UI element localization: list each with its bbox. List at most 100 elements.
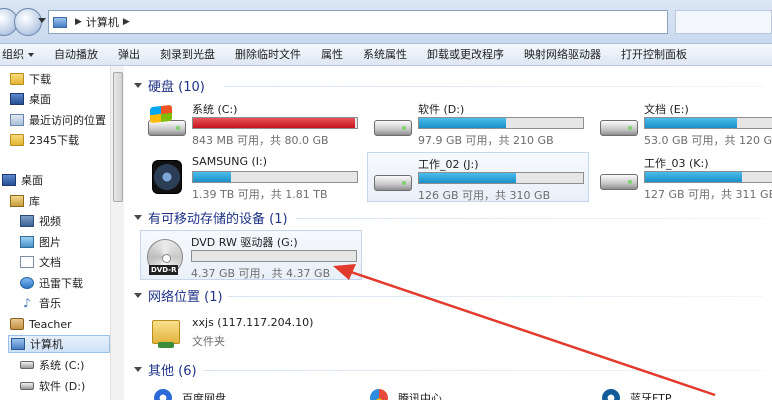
recent-pages-dropdown-icon[interactable] xyxy=(38,18,46,23)
drive-name: 工作_03 (K:) xyxy=(644,157,709,170)
other-item-baidu-netdisk[interactable]: 百度网盘 xyxy=(154,386,226,400)
drive-name: 系统 (C:) xyxy=(192,103,238,116)
drive-name: 文档 (E:) xyxy=(644,103,689,116)
collapse-triangle-icon[interactable] xyxy=(134,366,142,372)
sidebar-item-downloads[interactable]: 下载 xyxy=(10,70,51,88)
command-bar: 组织 自动播放 弹出 刻录到光盘 删除临时文件 属性 系统属性 卸载或更改程序 … xyxy=(0,44,772,66)
divider xyxy=(228,296,764,297)
organize-menu[interactable]: 组织 xyxy=(0,44,44,66)
drive-free-space: 126 GB 可用，共 310 GB xyxy=(418,189,551,202)
drive-tile-dvd[interactable]: DVD-R DVD RW 驱动器 (G:) 4.37 GB 可用，共 4.37 … xyxy=(140,230,362,280)
other-item-name: 腾讯中心 xyxy=(398,392,442,400)
group-header-removable[interactable]: 有可移动存储的设备 (1) xyxy=(134,208,288,227)
collapse-triangle-icon[interactable] xyxy=(134,292,142,298)
sidebar-item-desktop-root[interactable]: 桌面 xyxy=(2,171,43,189)
drive-tile-e[interactable]: 文档 (E:) 53.0 GB 可用，共 120 GB xyxy=(594,98,772,148)
sidebar-item-label: 视频 xyxy=(39,215,61,228)
hard-drive-icon xyxy=(370,106,414,140)
tencent-center-icon xyxy=(370,389,388,400)
properties-button[interactable]: 属性 xyxy=(311,44,353,66)
collapse-triangle-icon[interactable] xyxy=(134,82,142,88)
dvd-drive-icon: DVD-R xyxy=(143,239,187,275)
hard-drive-icon xyxy=(596,160,640,194)
delete-temp-files-button[interactable]: 删除临时文件 xyxy=(225,44,311,66)
sidebar-item-label: 迅雷下载 xyxy=(39,277,83,290)
divider xyxy=(224,86,764,87)
sidebar-item-xunlei-downloads[interactable]: 迅雷下载 xyxy=(20,274,83,292)
drive-tile-d[interactable]: 软件 (D:) 97.9 GB 可用，共 210 GB xyxy=(368,98,588,148)
divider xyxy=(204,370,764,371)
group-header-other[interactable]: 其他 (6) xyxy=(134,360,197,379)
sidebar-item-videos[interactable]: 视频 xyxy=(20,212,61,230)
drive-tile-j[interactable]: 工作_02 (J:) 126 GB 可用，共 310 GB xyxy=(367,152,589,202)
sidebar-item-music[interactable]: ♪ 音乐 xyxy=(20,294,61,312)
sidebar-item-teacher[interactable]: Teacher xyxy=(10,315,72,333)
autoplay-button[interactable]: 自动播放 xyxy=(44,44,108,66)
drive-tile-i[interactable]: SAMSUNG (I:) 1.39 TB 可用，共 1.81 TB xyxy=(142,152,362,202)
other-item-bluetooth-ftp[interactable]: 蓝牙FTP xyxy=(602,386,672,400)
drive-free-space: 4.37 GB 可用，共 4.37 GB xyxy=(191,267,331,280)
chevron-right-icon[interactable]: ▶ xyxy=(123,17,130,27)
capacity-fill xyxy=(193,172,231,182)
sidebar-item-drive-c[interactable]: 系统 (C:) xyxy=(20,356,84,374)
sidebar-item-label: 音乐 xyxy=(39,297,61,310)
scrollbar-thumb[interactable] xyxy=(113,72,123,202)
uninstall-program-button[interactable]: 卸载或更改程序 xyxy=(417,44,514,66)
address-input[interactable]: ▶ 计算机 ▶ xyxy=(48,10,668,34)
group-title: 硬盘 (10) xyxy=(148,79,205,95)
sidebar-item-label: 文档 xyxy=(39,256,61,269)
sidebar-item-label: 图片 xyxy=(39,236,61,249)
address-bar: ▶ 计算机 ▶ xyxy=(0,0,772,44)
sidebar-item-desktop[interactable]: 桌面 xyxy=(10,90,51,108)
external-drive-icon xyxy=(144,160,188,194)
content-pane: 硬盘 (10) 系统 (C:) 843 MB 可用，共 80.0 GB 软件 (… xyxy=(124,66,772,400)
drive-name: DVD RW 驱动器 (G:) xyxy=(191,236,298,249)
computer-icon xyxy=(11,338,25,350)
sidebar-item-libraries[interactable]: 库 xyxy=(10,192,40,210)
other-item-name: 百度网盘 xyxy=(182,392,226,400)
sidebar-item-label: 系统 (C:) xyxy=(39,359,85,372)
other-item-tencent-center[interactable]: 腾讯中心 xyxy=(370,386,442,400)
navigation-pane: 下载 桌面 最近访问的位置 2345下载 桌面 库 视频 图片 文档 迅雷下载 … xyxy=(0,66,110,400)
xunlei-icon xyxy=(20,277,34,289)
sidebar-item-computer[interactable]: 计算机 xyxy=(8,335,110,353)
other-item-name: 蓝牙FTP xyxy=(630,392,672,400)
capacity-bar xyxy=(192,117,358,129)
drive-free-space: 127 GB 可用，共 311 GB xyxy=(644,188,772,201)
drive-tile-k[interactable]: 工作_03 (K:) 127 GB 可用，共 311 GB xyxy=(594,152,772,202)
sidebar-item-label: 2345下载 xyxy=(29,134,79,147)
sidebar-item-documents[interactable]: 文档 xyxy=(20,253,61,271)
group-header-network[interactable]: 网络位置 (1) xyxy=(134,286,223,305)
folder-icon xyxy=(10,134,24,146)
collapse-triangle-icon[interactable] xyxy=(134,214,142,220)
search-input[interactable] xyxy=(675,10,772,34)
computer-icon xyxy=(53,16,67,28)
drive-name: 软件 (D:) xyxy=(418,103,465,116)
drive-tile-c[interactable]: 系统 (C:) 843 MB 可用，共 80.0 GB xyxy=(142,98,362,148)
open-control-panel-button[interactable]: 打开控制面板 xyxy=(611,44,697,66)
network-location-xxjs[interactable]: xxjs (117.117.204.10) 文件夹 xyxy=(142,308,362,358)
system-properties-button[interactable]: 系统属性 xyxy=(353,44,417,66)
sidebar-item-recent-places[interactable]: 最近访问的位置 xyxy=(10,111,106,129)
chevron-right-icon[interactable]: ▶ xyxy=(75,17,82,27)
eject-button[interactable]: 弹出 xyxy=(108,44,150,66)
group-title: 有可移动存储的设备 (1) xyxy=(148,211,288,227)
bluetooth-ftp-icon xyxy=(602,389,620,400)
sidebar-scrollbar[interactable] xyxy=(110,66,124,400)
map-network-drive-button[interactable]: 映射网络驱动器 xyxy=(514,44,611,66)
desktop-icon xyxy=(10,93,24,105)
user-folder-icon xyxy=(10,318,24,330)
breadcrumb-computer[interactable]: 计算机 xyxy=(86,14,119,30)
drive-name: SAMSUNG (I:) xyxy=(192,155,268,168)
burn-to-disc-button[interactable]: 刻录到光盘 xyxy=(150,44,225,66)
baidu-netdisk-icon xyxy=(154,389,172,400)
capacity-fill xyxy=(645,172,742,182)
capacity-fill xyxy=(419,173,516,183)
group-header-hdd[interactable]: 硬盘 (10) xyxy=(134,76,205,95)
sidebar-item-drive-d[interactable]: 软件 (D:) xyxy=(20,377,85,395)
caret-down-icon xyxy=(28,52,34,57)
sidebar-item-pictures[interactable]: 图片 xyxy=(20,233,61,251)
drive-free-space: 53.0 GB 可用，共 120 GB xyxy=(644,134,772,147)
sidebar-item-2345-downloads[interactable]: 2345下载 xyxy=(10,131,79,149)
hard-drive-icon xyxy=(596,106,640,140)
